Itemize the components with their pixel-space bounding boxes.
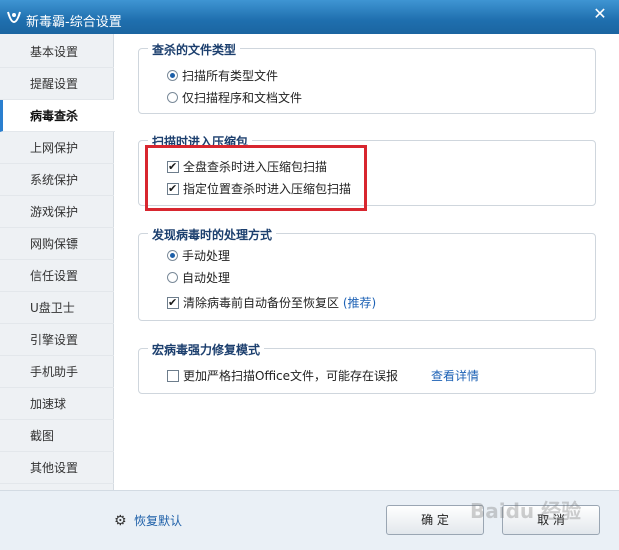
sidebar-item-label: 截图: [30, 429, 55, 443]
backup-before-clean-checkbox[interactable]: 清除病毒前自动备份至恢复区 (推荐): [167, 295, 376, 311]
sidebar-item-label: 上网保护: [30, 141, 79, 155]
sidebar-item-label: 游戏保护: [30, 205, 79, 219]
manual-handle-radio[interactable]: 手动处理: [167, 248, 230, 264]
option-label: 清除病毒前自动备份至恢复区: [183, 296, 340, 310]
option-label: 仅扫描程序和文档文件: [182, 91, 303, 105]
sidebar-item-phone-assistant[interactable]: 手机助手: [0, 356, 114, 388]
scan-all-radio[interactable]: 扫描所有类型文件: [167, 68, 278, 84]
close-icon: ✕: [593, 4, 607, 23]
option-label: 手动处理: [182, 249, 231, 263]
sidebar-item-basic[interactable]: 基本设置: [0, 36, 114, 68]
strict-office-scan-checkbox[interactable]: 更加严格扫描Office文件，可能存在误报: [167, 368, 398, 384]
sidebar-item-reminder[interactable]: 提醒设置: [0, 68, 114, 100]
app-logo-icon: [7, 11, 21, 24]
sidebar-item-label: 信任设置: [30, 269, 79, 283]
radio-unselected-icon: [167, 272, 178, 283]
restore-label: 恢复默认: [134, 514, 183, 528]
radio-unselected-icon: [167, 92, 178, 103]
sidebar-item-speed-ball[interactable]: 加速球: [0, 388, 114, 420]
sidebar-item-trust[interactable]: 信任设置: [0, 260, 114, 292]
option-label: 更加严格扫描Office文件，可能存在误报: [183, 369, 399, 383]
on-virus-title: 发现病毒时的处理方式: [148, 226, 277, 243]
window-title: 新毒霸-综合设置: [26, 15, 122, 30]
watermark: Baidu 经验: [470, 499, 582, 523]
auto-handle-radio[interactable]: 自动处理: [167, 270, 230, 286]
radio-selected-icon: [167, 250, 178, 261]
sidebar-item-engine[interactable]: 引擎设置: [0, 324, 114, 356]
restore-defaults-link[interactable]: ⚙ 恢复默认: [114, 513, 182, 529]
checkbox-checked-icon: [167, 295, 179, 311]
view-details-link[interactable]: 查看详情: [431, 368, 479, 384]
radio-selected-icon: [167, 70, 178, 81]
title-bar: 新毒霸-综合设置 ✕: [0, 0, 619, 34]
sidebar-item-label: U盘卫士: [30, 301, 75, 315]
option-label: 自动处理: [182, 271, 231, 285]
option-label: 扫描所有类型文件: [182, 69, 279, 83]
scan-programs-docs-radio[interactable]: 仅扫描程序和文档文件: [167, 90, 302, 106]
macro-repair-title: 宏病毒强力修复模式: [148, 341, 265, 358]
sidebar-item-label: 网购保镖: [30, 237, 79, 251]
sidebar-item-web-protection[interactable]: 上网保护: [0, 132, 114, 164]
sidebar-item-label: 引擎设置: [30, 333, 79, 347]
close-button[interactable]: ✕: [589, 4, 611, 24]
gear-icon: ⚙: [114, 513, 127, 529]
sidebar-item-usb-guard[interactable]: U盘卫士: [0, 292, 114, 324]
sidebar-item-game-protection[interactable]: 游戏保护: [0, 196, 114, 228]
sidebar-item-shopping-guard[interactable]: 网购保镖: [0, 228, 114, 260]
sidebar-item-label: 提醒设置: [30, 77, 79, 91]
sidebar-item-other[interactable]: 其他设置: [0, 452, 114, 484]
recommended-hint: (推荐): [342, 296, 377, 310]
sidebar-item-label: 病毒查杀: [30, 109, 79, 123]
sidebar: 基本设置 提醒设置 病毒查杀 上网保护 系统保护 游戏保护 网购保镖 信任设置 …: [0, 34, 115, 490]
sidebar-item-virus-scan[interactable]: 病毒查杀: [0, 100, 115, 132]
sidebar-item-label: 系统保护: [30, 173, 79, 187]
sidebar-item-label: 基本设置: [30, 45, 79, 59]
sidebar-item-label: 加速球: [30, 397, 67, 411]
sidebar-item-system-protection[interactable]: 系统保护: [0, 164, 114, 196]
checkbox-unchecked-icon: [167, 370, 179, 382]
sidebar-item-label: 其他设置: [30, 461, 79, 475]
sidebar-item-screenshot[interactable]: 截图: [0, 420, 114, 452]
red-highlight-box: [145, 145, 367, 211]
file-types-title: 查杀的文件类型: [148, 41, 241, 58]
sidebar-item-label: 手机助手: [30, 365, 79, 379]
